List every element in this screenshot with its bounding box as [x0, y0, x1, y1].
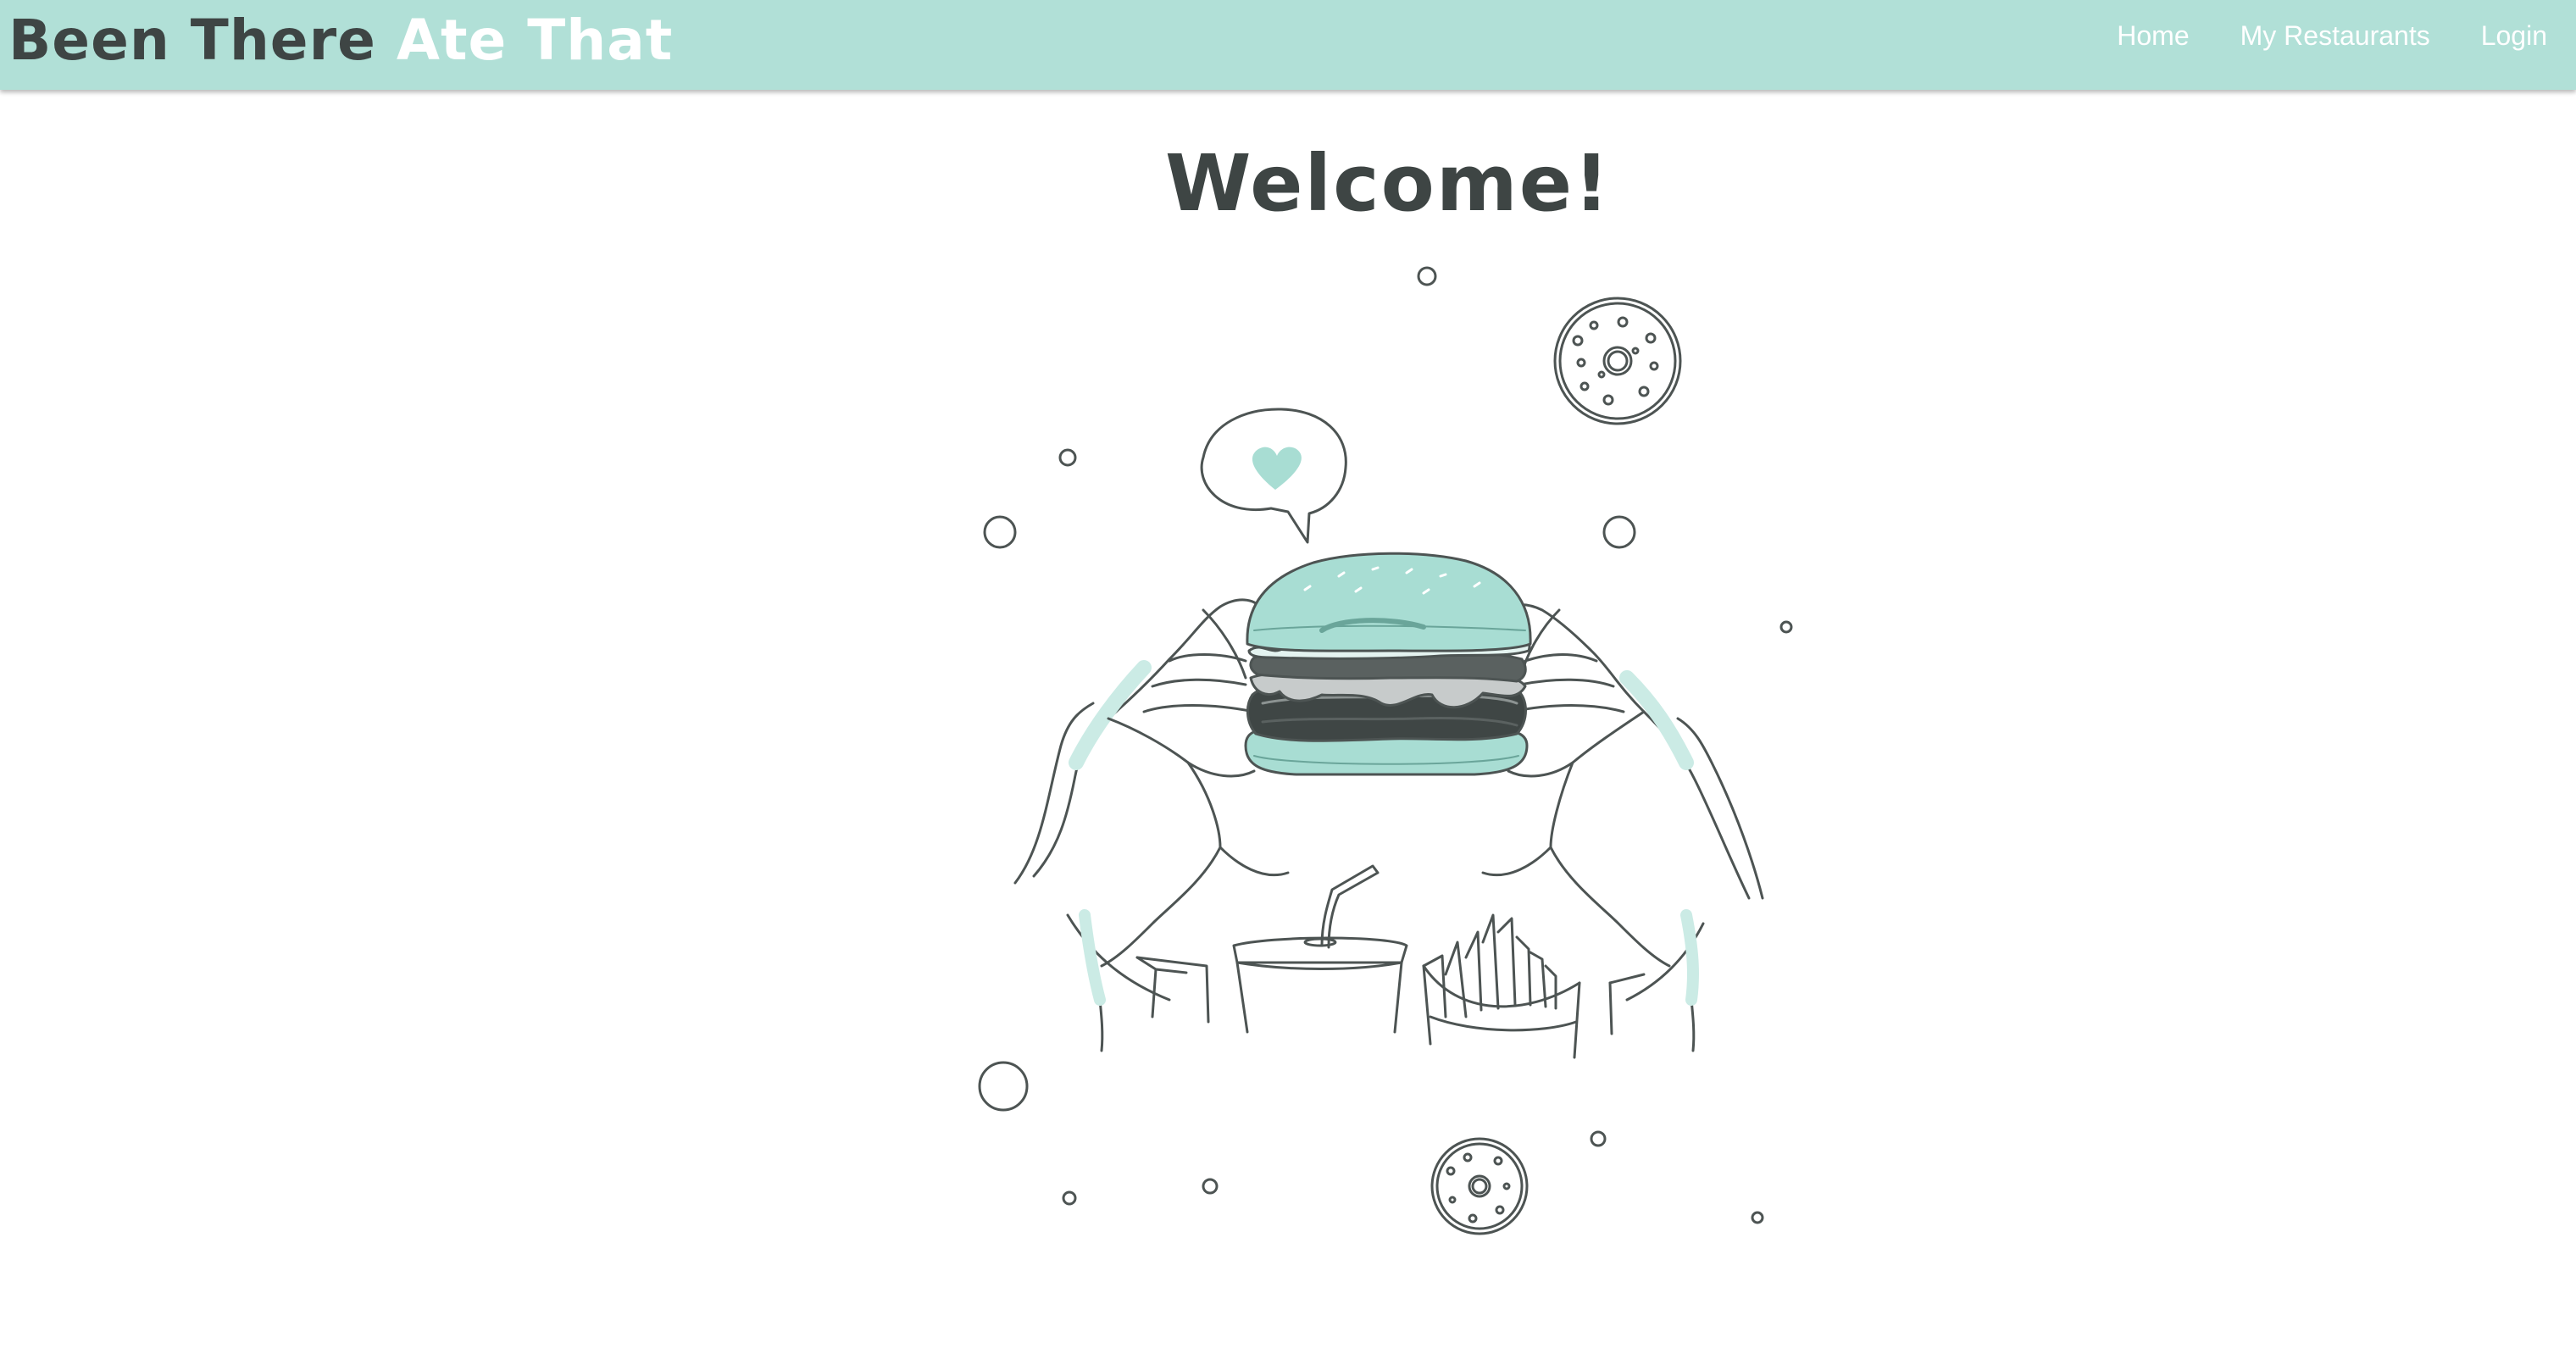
drink-cup-icon	[1232, 864, 1408, 1034]
burger-icon	[1244, 552, 1532, 776]
burger-illustration	[966, 254, 1813, 1254]
brand-logo[interactable]: Been There Ate That	[8, 8, 673, 73]
nav-link-my-restaurants[interactable]: My Restaurants	[2240, 17, 2430, 54]
nav-link-home[interactable]: Home	[2117, 17, 2189, 54]
heart-speech-bubble-icon	[1200, 408, 1347, 544]
brand-part-been-there: Been There	[8, 8, 376, 73]
brand-part-ate-that: Ate That	[396, 8, 674, 73]
nav-links: Home My Restaurants Login	[2117, 17, 2547, 54]
napkin-box-icon	[1135, 956, 1646, 1035]
fries-icon	[1422, 913, 1581, 1059]
donut-icon	[1430, 1137, 1529, 1235]
donut-icon	[1553, 297, 1682, 425]
page-title: Welcome!	[1164, 138, 1612, 229]
nav-link-login[interactable]: Login	[2481, 17, 2547, 54]
navbar: Been There Ate That Home My Restaurants …	[0, 0, 2576, 90]
